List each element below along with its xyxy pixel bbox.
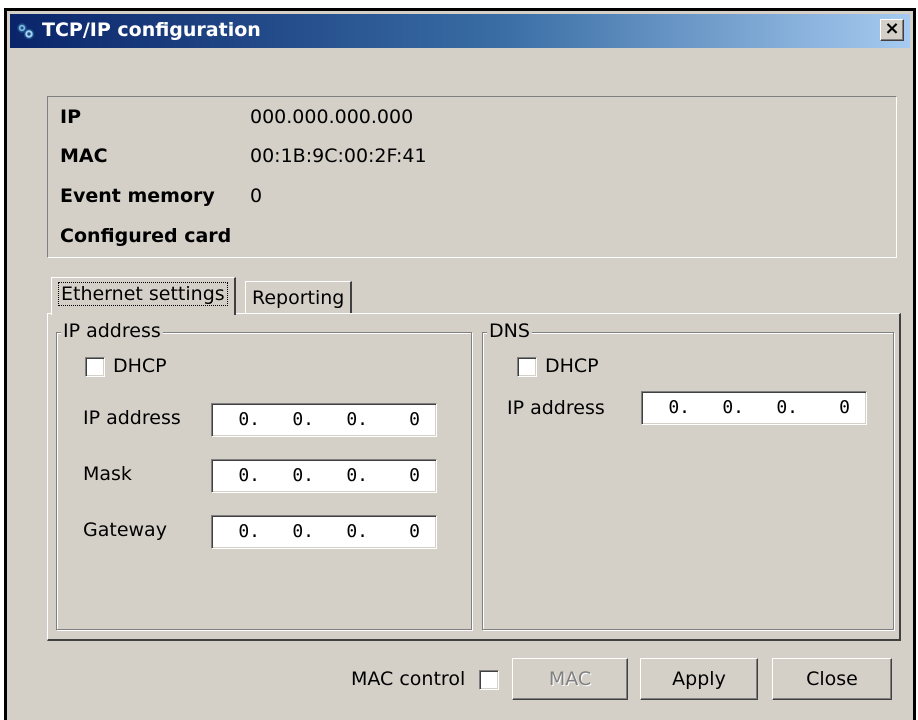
ethernet-settings-page: IP address DHCP IP address 0. 0. 0. 0 Ma… bbox=[47, 313, 901, 641]
octet: 0. bbox=[776, 397, 798, 418]
gateway-label: Gateway bbox=[83, 519, 167, 541]
mac-control-checkbox[interactable] bbox=[479, 670, 499, 690]
tab-ethernet-settings-label: Ethernet settings bbox=[58, 282, 228, 306]
dns-ip-address-label: IP address bbox=[507, 397, 605, 419]
close-button[interactable]: Close bbox=[772, 658, 892, 700]
event-memory-label: Event memory bbox=[60, 185, 215, 207]
event-memory-value: 0 bbox=[250, 185, 263, 207]
octet: 0. bbox=[292, 465, 314, 486]
octet: 0. bbox=[238, 521, 260, 542]
gateway-input[interactable]: 0. 0. 0. 0 bbox=[211, 515, 437, 549]
dns-dhcp-label: DHCP bbox=[545, 355, 599, 377]
apply-button[interactable]: Apply bbox=[640, 658, 758, 700]
octet: 0 bbox=[409, 521, 420, 542]
device-info-panel: IP 000.000.000.000 MAC 00:1B:9C:00:2F:41… bbox=[47, 96, 897, 258]
mac-control-label: MAC control bbox=[351, 668, 466, 690]
mask-input[interactable]: 0. 0. 0. 0 bbox=[211, 459, 437, 493]
close-icon[interactable]: × bbox=[880, 19, 904, 41]
ip-info-label: IP bbox=[60, 106, 81, 128]
octet: 0. bbox=[238, 409, 260, 430]
octet: 0. bbox=[292, 409, 314, 430]
dns-ip-address-input[interactable]: 0. 0. 0. 0 bbox=[641, 391, 867, 425]
octet: 0 bbox=[409, 465, 420, 486]
tab-reporting-label: Reporting bbox=[252, 287, 345, 309]
ip-dhcp-checkbox[interactable] bbox=[85, 357, 105, 377]
dns-group-title: DNS bbox=[487, 320, 532, 342]
ip-info-value: 000.000.000.000 bbox=[250, 106, 414, 128]
configured-card-label: Configured card bbox=[60, 225, 232, 247]
octet: 0. bbox=[346, 465, 368, 486]
octet: 0. bbox=[292, 521, 314, 542]
tcp-ip-network-icon bbox=[16, 21, 36, 41]
title-bar[interactable]: TCP/IP configuration × bbox=[10, 14, 910, 48]
dns-group: DNS DHCP IP address 0. 0. 0. 0 bbox=[482, 320, 894, 630]
octet: 0 bbox=[409, 409, 420, 430]
octet: 0. bbox=[722, 397, 744, 418]
octet: 0 bbox=[839, 397, 850, 418]
ip-address-group: IP address DHCP IP address 0. 0. 0. 0 Ma… bbox=[56, 320, 472, 630]
ip-address-input[interactable]: 0. 0. 0. 0 bbox=[211, 403, 437, 437]
dns-dhcp-checkbox[interactable] bbox=[517, 357, 537, 377]
tab-ethernet-settings[interactable]: Ethernet settings bbox=[51, 277, 236, 315]
tab-reporting[interactable]: Reporting bbox=[245, 281, 353, 313]
ip-address-label: IP address bbox=[83, 407, 181, 429]
mac-button[interactable]: MAC bbox=[512, 658, 628, 700]
window-title: TCP/IP configuration bbox=[42, 19, 261, 41]
tcp-ip-config-window: TCP/IP configuration × IP 000.000.000.00… bbox=[4, 8, 916, 720]
mac-info-value: 00:1B:9C:00:2F:41 bbox=[250, 145, 427, 167]
ip-address-group-title: IP address bbox=[61, 320, 163, 342]
mask-label: Mask bbox=[83, 463, 132, 485]
mac-info-label: MAC bbox=[60, 145, 108, 167]
octet: 0. bbox=[346, 521, 368, 542]
octet: 0. bbox=[346, 409, 368, 430]
octet: 0. bbox=[238, 465, 260, 486]
octet: 0. bbox=[668, 397, 690, 418]
ip-dhcp-label: DHCP bbox=[113, 355, 167, 377]
